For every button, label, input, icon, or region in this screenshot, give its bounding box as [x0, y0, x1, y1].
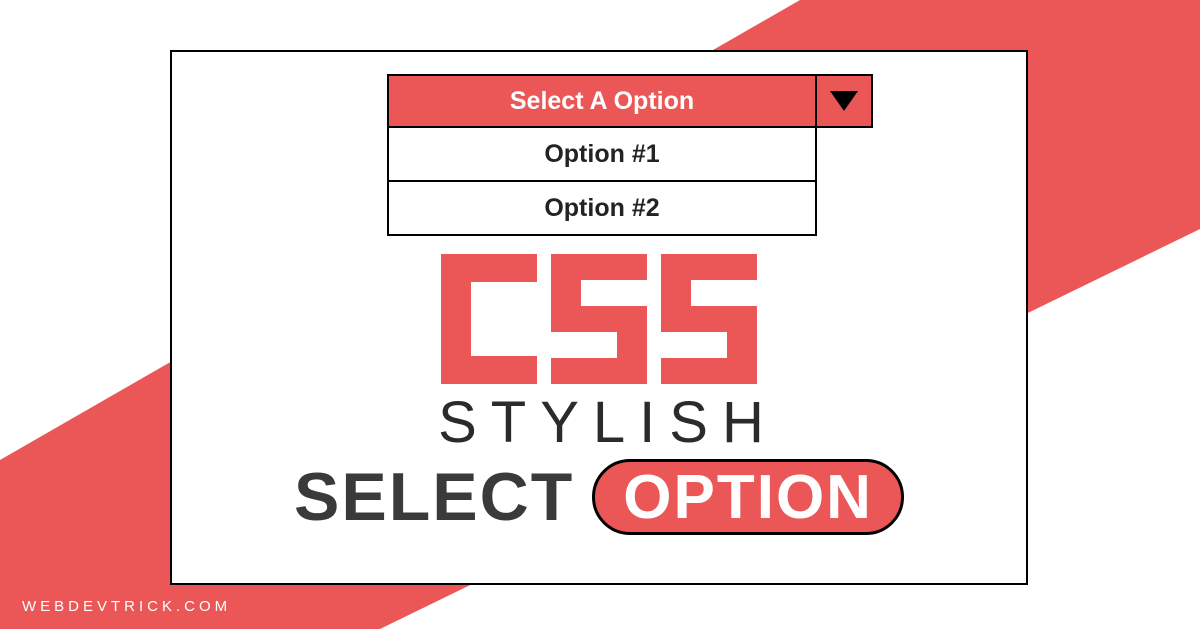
title-option-pill: OPTION — [592, 459, 904, 535]
title-block: STYLISH SELECT OPTION — [172, 254, 1026, 536]
watermark-text: WEBDEVTRICK.COM — [22, 598, 231, 615]
title-stylish: STYLISH — [190, 389, 1026, 456]
title-bottom-row: SELECT OPTION — [172, 458, 1026, 536]
select-dropdown[interactable]: Select A Option Option #1 Option #2 — [387, 74, 817, 236]
demo-card: Select A Option Option #1 Option #2 — [170, 50, 1028, 585]
option-label: Option #2 — [544, 194, 659, 223]
title-select-word: SELECT — [294, 458, 574, 536]
option-label: Option #1 — [544, 140, 659, 169]
chevron-down-icon[interactable] — [815, 74, 873, 128]
select-placeholder: Select A Option — [510, 87, 694, 116]
css-logo-icon — [441, 254, 757, 389]
select-option[interactable]: Option #1 — [387, 128, 817, 182]
select-header[interactable]: Select A Option — [387, 74, 817, 128]
title-option-word: OPTION — [623, 462, 873, 533]
select-option[interactable]: Option #2 — [387, 182, 817, 236]
